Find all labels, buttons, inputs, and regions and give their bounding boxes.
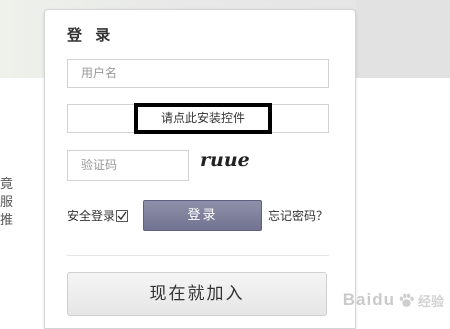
- watermark: Baidu 经验: [343, 290, 444, 310]
- secure-login-label: 安全登录: [67, 209, 116, 223]
- left-side-line: 推: [0, 213, 14, 228]
- checkmark-icon: [117, 211, 127, 220]
- login-panel: 登 录 用户名 请点此安装控件 验证码 ruue 安全登录 登录 忘记密码？ 现…: [44, 9, 356, 329]
- watermark-sub: 经验: [417, 294, 444, 310]
- login-button[interactable]: 登录: [143, 200, 262, 231]
- secure-login-checkbox[interactable]: [116, 209, 129, 222]
- login-title: 登 录: [67, 26, 115, 44]
- captcha-image[interactable]: ruue: [200, 149, 250, 171]
- left-side-line: 竟: [0, 177, 14, 192]
- install-plugin-link[interactable]: 请点此安装控件: [134, 103, 272, 134]
- forgot-password-link[interactable]: 忘记密码？: [268, 207, 328, 224]
- left-side-line: 服: [0, 195, 14, 210]
- watermark-brand: Baidu: [342, 290, 395, 309]
- username-input[interactable]: 用户名: [67, 59, 329, 88]
- paw-logo-icon: [399, 293, 414, 307]
- divider: [67, 255, 329, 256]
- header-background-right: [356, 0, 450, 78]
- left-side-text: 竟 服 推: [0, 176, 16, 230]
- captcha-input[interactable]: 验证码: [67, 150, 189, 181]
- secure-login-option[interactable]: 安全登录: [67, 207, 129, 224]
- join-now-button[interactable]: 现在就加入: [67, 272, 327, 316]
